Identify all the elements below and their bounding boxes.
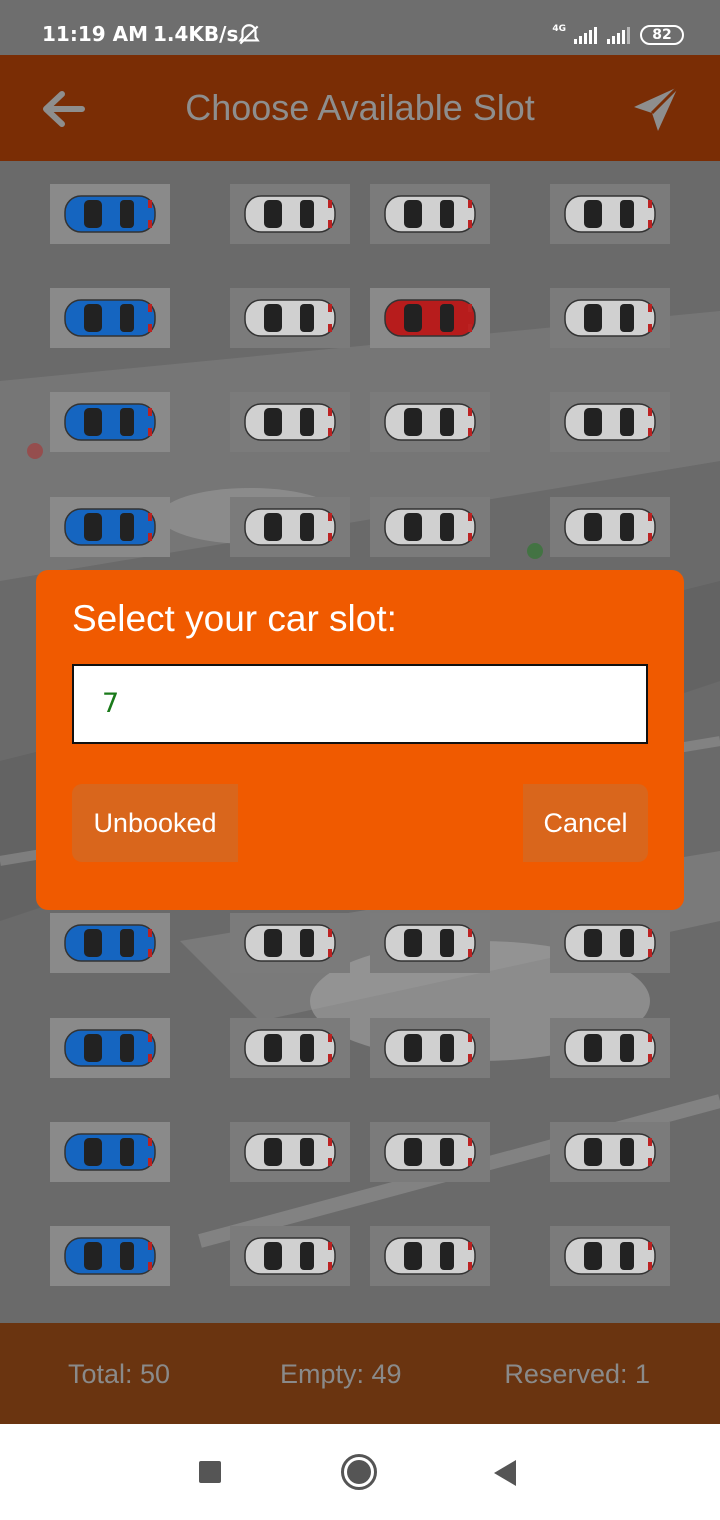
parking-slot[interactable] xyxy=(550,913,670,973)
signal-icon-2 xyxy=(607,26,630,44)
parking-slot[interactable] xyxy=(550,1018,670,1078)
parking-slot[interactable] xyxy=(370,184,490,244)
system-nav-bar xyxy=(0,1424,720,1520)
cancel-button[interactable]: Cancel xyxy=(523,784,648,862)
app-bar: Choose Available Slot xyxy=(0,55,720,161)
car-icon xyxy=(244,1133,336,1171)
car-icon xyxy=(384,508,476,546)
car-icon xyxy=(244,195,336,233)
car-icon xyxy=(64,508,156,546)
parking-slot[interactable] xyxy=(50,497,170,557)
car-icon xyxy=(244,299,336,337)
car-icon xyxy=(64,195,156,233)
car-icon xyxy=(64,299,156,337)
parking-slot[interactable] xyxy=(370,1122,490,1182)
unbooked-button[interactable]: Unbooked xyxy=(72,784,238,862)
back-triangle-icon[interactable] xyxy=(494,1460,516,1486)
car-icon xyxy=(564,1029,656,1067)
car-icon xyxy=(244,924,336,962)
parking-slot[interactable] xyxy=(550,497,670,557)
parking-slot[interactable] xyxy=(550,184,670,244)
car-icon xyxy=(64,924,156,962)
car-icon xyxy=(244,508,336,546)
car-icon xyxy=(564,1133,656,1171)
car-icon xyxy=(384,403,476,441)
status-bar: 11:19 AM 1.4KB/s 4G 82 xyxy=(0,0,720,55)
parking-slot[interactable] xyxy=(370,497,490,557)
car-icon xyxy=(64,1133,156,1171)
network-type: 4G xyxy=(552,24,566,34)
page-title: Choose Available Slot xyxy=(185,87,535,128)
parking-slot[interactable] xyxy=(550,288,670,348)
parking-slot[interactable] xyxy=(370,913,490,973)
dialog-title: Select your car slot: xyxy=(72,598,397,639)
reserved-count: Reserved: 1 xyxy=(504,1359,650,1389)
status-icons: 4G 82 xyxy=(552,20,684,50)
network-speed: 1.4KB/s xyxy=(153,22,239,46)
parking-slot[interactable] xyxy=(230,392,350,452)
parking-slot[interactable] xyxy=(230,184,350,244)
empty-count: Empty: 49 xyxy=(280,1359,402,1389)
recents-icon[interactable] xyxy=(199,1461,221,1483)
car-icon xyxy=(244,1029,336,1067)
car-icon xyxy=(244,403,336,441)
parking-slot[interactable] xyxy=(230,913,350,973)
parking-slot[interactable] xyxy=(370,1226,490,1286)
parking-slot[interactable] xyxy=(230,1018,350,1078)
parking-slot[interactable] xyxy=(550,1122,670,1182)
battery-level: 82 xyxy=(652,27,672,43)
parking-slot[interactable] xyxy=(50,392,170,452)
car-icon xyxy=(564,508,656,546)
car-icon xyxy=(384,1133,476,1171)
car-icon xyxy=(384,924,476,962)
car-icon xyxy=(384,195,476,233)
car-icon xyxy=(64,1237,156,1275)
car-icon xyxy=(244,1237,336,1275)
slot-dialog: Select your car slot: 7 Unbooked Cancel xyxy=(36,570,684,910)
car-icon xyxy=(564,299,656,337)
total-count: Total: 50 xyxy=(68,1359,171,1389)
car-icon xyxy=(64,403,156,441)
signal-icon-1 xyxy=(574,26,597,44)
stats-bar: Total: 50 Empty: 49 Reserved: 1 xyxy=(0,1323,720,1424)
car-icon xyxy=(384,299,476,337)
parking-slot[interactable] xyxy=(50,1018,170,1078)
car-icon xyxy=(564,1237,656,1275)
parking-slot[interactable] xyxy=(550,1226,670,1286)
car-icon xyxy=(384,1237,476,1275)
parking-slot[interactable] xyxy=(550,392,670,452)
alarm-off-icon xyxy=(238,24,260,45)
car-icon xyxy=(564,195,656,233)
car-icon xyxy=(384,1029,476,1067)
status-time: 11:19 AM xyxy=(42,22,149,46)
parking-slot[interactable] xyxy=(370,288,490,348)
parking-slot[interactable] xyxy=(230,497,350,557)
car-icon xyxy=(64,1029,156,1067)
parking-slot[interactable] xyxy=(50,288,170,348)
parking-slot[interactable] xyxy=(50,913,170,973)
parking-slot[interactable] xyxy=(230,288,350,348)
parking-slot[interactable] xyxy=(50,1226,170,1286)
car-icon xyxy=(564,403,656,441)
car-icon xyxy=(564,924,656,962)
battery-icon: 82 xyxy=(640,25,684,45)
parking-slot[interactable] xyxy=(370,1018,490,1078)
send-icon[interactable] xyxy=(628,81,684,137)
parking-slot[interactable] xyxy=(50,1122,170,1182)
home-icon[interactable] xyxy=(341,1454,377,1490)
slot-number-input[interactable]: 7 xyxy=(72,664,648,744)
parking-slot[interactable] xyxy=(230,1226,350,1286)
parking-slot[interactable] xyxy=(370,392,490,452)
parking-slot[interactable] xyxy=(50,184,170,244)
parking-slot[interactable] xyxy=(230,1122,350,1182)
